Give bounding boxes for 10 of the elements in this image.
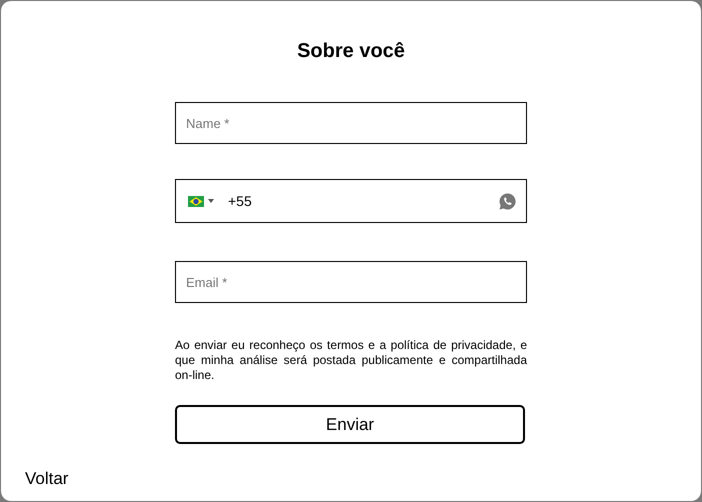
input-field[interactable]: Name *: [175, 102, 527, 144]
flag-icon[interactable]: [188, 196, 204, 206]
input-field[interactable]: Email *: [175, 261, 527, 303]
caret-icon[interactable]: [208, 199, 214, 203]
back-link[interactable]: Voltar: [25, 466, 68, 492]
chat-icon: [499, 192, 516, 210]
disclaimer-text: Ao enviar eu reconheço os termos e a política de privacidade, e que minha análise será postada publicamente e compartilhada on-line.: [175, 338, 527, 383]
phone-field[interactable]: +55: [175, 179, 527, 223]
submit-button[interactable]: Enviar: [175, 405, 525, 444]
dialog-title: Sobre você: [296, 39, 406, 63]
